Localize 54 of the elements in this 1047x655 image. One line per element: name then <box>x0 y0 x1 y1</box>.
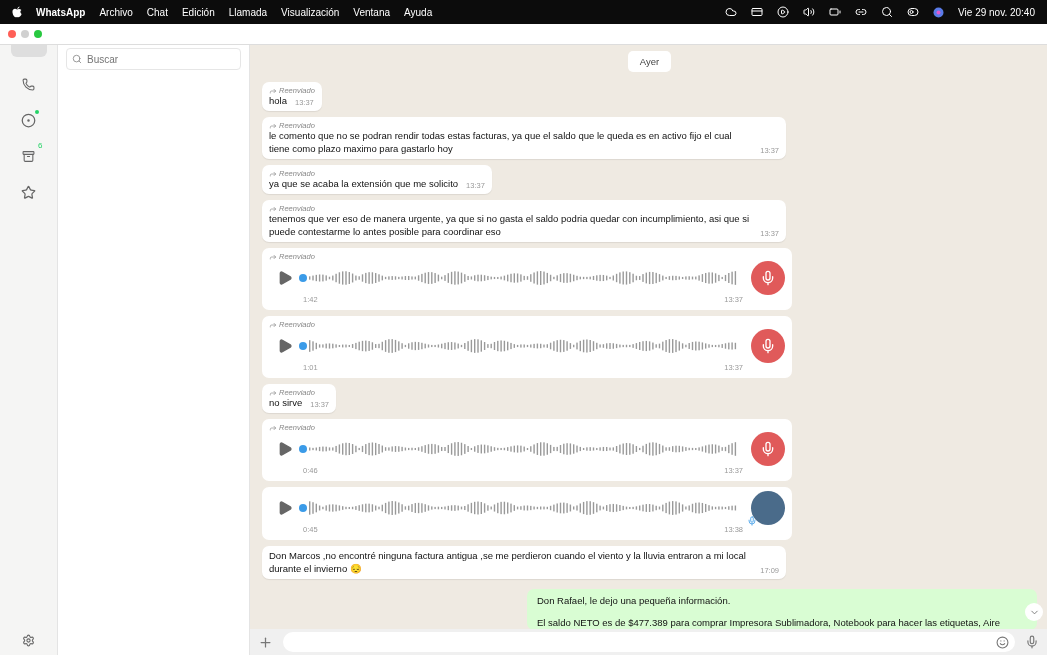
forward-arrow-icon <box>269 252 277 261</box>
message-text: tenemos que ver eso de manera urgente, ya que si no gasta el saldo podria quedar con incumplimiento, asi que si puede contestarme lo antes posible para coordinar eso <box>269 213 751 239</box>
star-icon[interactable] <box>21 184 36 200</box>
play-button[interactable] <box>277 338 293 355</box>
message-text: hola <box>269 95 287 108</box>
forward-arrow-icon <box>269 423 277 432</box>
message-text: Don Marcos ,no encontré ninguna factura antigua ,se me perdieron cuando el viento y la lluvia entraron a mi local durante el invierno 😔 <box>269 550 747 576</box>
forward-arrow-icon <box>269 320 277 329</box>
forward-arrow-icon <box>269 121 277 130</box>
menu-item[interactable]: Llamada <box>228 6 268 18</box>
play-icon[interactable] <box>777 6 790 18</box>
control-center-icon[interactable] <box>907 6 920 18</box>
message-input[interactable] <box>283 632 1015 652</box>
attach-button[interactable] <box>258 634 273 650</box>
microphone-icon <box>747 516 758 527</box>
app-menu[interactable]: WhatsApp <box>36 6 86 18</box>
play-button[interactable] <box>277 441 293 458</box>
search-field[interactable]: Buscar <box>66 48 241 70</box>
orb-icon[interactable] <box>933 6 945 18</box>
message-text: no sirve <box>269 397 303 410</box>
search-icon <box>72 54 82 64</box>
date-chip: Ayer <box>627 51 672 72</box>
battery-icon[interactable] <box>829 6 842 18</box>
forward-arrow-icon <box>269 86 277 95</box>
message-text: Don Rafael, le dejo una pequeña información. <box>537 595 732 608</box>
menu-item[interactable]: Ventana <box>353 6 390 18</box>
microphone-button[interactable] <box>1025 635 1039 649</box>
menu-item[interactable]: Edición <box>181 6 215 18</box>
search-icon[interactable] <box>881 6 894 18</box>
apple-logo-icon[interactable] <box>12 6 22 18</box>
message-text: El saldo NETO es de $477.389 para comprar Impresora Sublimadora, Notebook para hacer las etiquetas, Aire <box>537 617 1001 629</box>
message-text: le comento que no se podran rendir todas estas facturas, ya que el saldo que le queda es en activo fijo el cual tiene como plazo maximo para gastarlo hoy <box>269 130 733 156</box>
screen-icon[interactable] <box>751 6 764 18</box>
forward-arrow-icon <box>269 204 277 213</box>
menu-item[interactable]: Visualización <box>281 6 340 18</box>
archive-icon[interactable] <box>22 149 35 163</box>
message-text: ya que se acaba la extensión que me solicito <box>269 178 459 191</box>
forward-arrow-icon <box>269 169 277 178</box>
play-button[interactable] <box>277 500 293 517</box>
link-icon[interactable] <box>855 6 868 18</box>
forward-arrow-icon <box>269 388 277 397</box>
archive-count: 6 <box>38 141 43 150</box>
clock[interactable]: Vie 29 nov. 20:40 <box>958 6 1035 18</box>
play-button[interactable] <box>277 270 293 287</box>
menu-item[interactable]: Archivo <box>99 6 133 18</box>
close-button[interactable] <box>8 30 16 38</box>
emoji-icon[interactable] <box>996 635 1009 649</box>
menu-item[interactable]: Chat <box>146 6 168 18</box>
volume-icon[interactable] <box>803 6 816 18</box>
settings-icon[interactable] <box>22 634 35 647</box>
menu-item[interactable]: Ayuda <box>404 6 433 18</box>
phone-icon[interactable] <box>22 77 35 91</box>
cloud-icon[interactable] <box>725 6 738 18</box>
status-ring-icon[interactable] <box>21 112 36 128</box>
